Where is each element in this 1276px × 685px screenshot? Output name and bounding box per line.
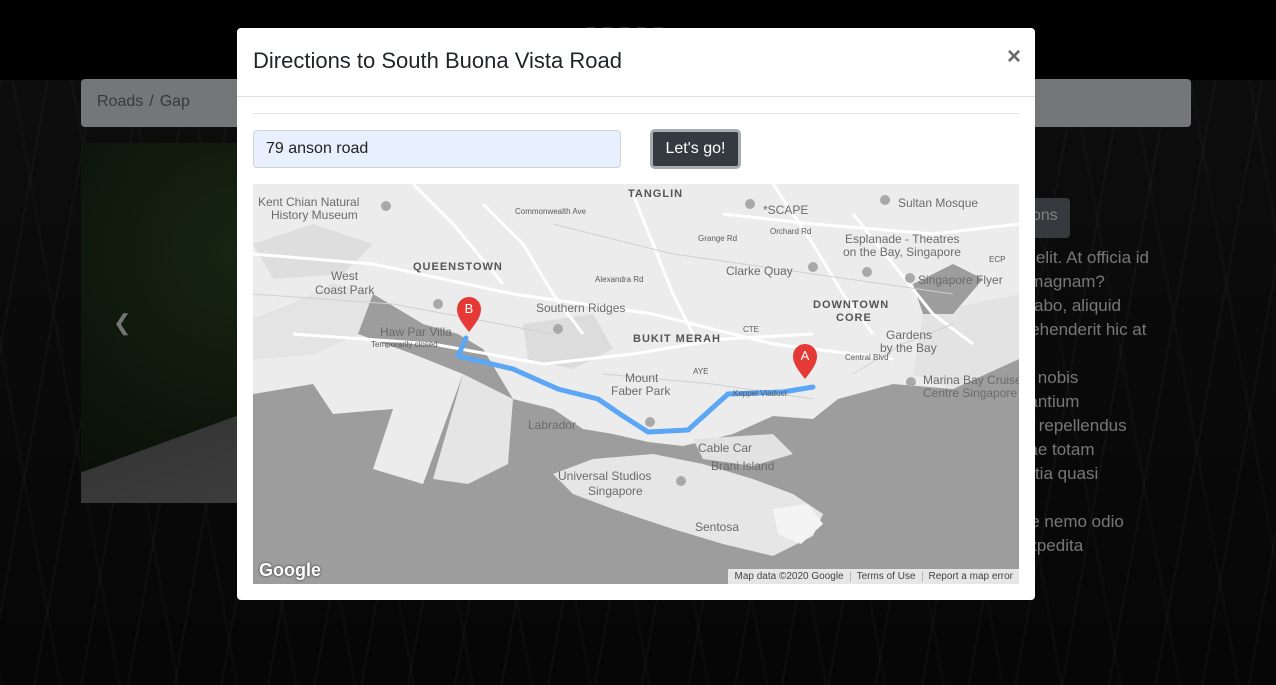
map-place-label: Mount <box>625 371 659 385</box>
map-place-label: on the Bay, Singapore <box>843 245 961 259</box>
map-place-label: History Museum <box>271 208 358 222</box>
map-place-label: Central Blvd <box>845 353 889 362</box>
map-place-label: Esplanade - Theatres <box>845 232 960 246</box>
address-form: Let's go! <box>253 129 1019 184</box>
map-place-label: Brani Island <box>711 459 774 473</box>
map-place-label: Gardens <box>886 328 932 342</box>
map-place-label: *SCAPE <box>763 203 808 217</box>
map-place-label: Haw Par Villa <box>380 325 452 339</box>
map-place-label: Clarke Quay <box>726 264 793 278</box>
modal-header: Directions to South Buona Vista Road × <box>237 28 1035 97</box>
map-district-label: QUEENSTOWN <box>413 261 503 273</box>
divider <box>253 113 1019 114</box>
map-place-label: Universal Studios <box>558 469 651 483</box>
map-place-label: Singapore <box>588 484 643 498</box>
terms-link[interactable]: Terms of Use <box>849 571 922 582</box>
map[interactable]: TANGLIN QUEENSTOWN BUKIT MERAH DOWNTOWN … <box>253 184 1019 584</box>
map-place-label: Orchard Rd <box>770 227 811 236</box>
map-place-label: Cable Car <box>698 441 752 455</box>
map-place-label: Coast Park <box>315 283 375 297</box>
map-place-label: Temporarily closed <box>371 340 438 349</box>
map-district-label: BUKIT MERAH <box>633 333 721 345</box>
marker-b-label: B <box>465 301 474 316</box>
map-place-label: Sultan Mosque <box>898 196 978 210</box>
map-canvas[interactable]: TANGLIN QUEENSTOWN BUKIT MERAH DOWNTOWN … <box>253 184 1019 584</box>
directions-modal: Directions to South Buona Vista Road × L… <box>237 28 1035 600</box>
map-place-label: CTE <box>743 325 759 334</box>
map-place-label: West <box>331 269 359 283</box>
map-place-label: Centre Singapore <box>923 386 1017 400</box>
lets-go-button[interactable]: Let's go! <box>650 129 741 169</box>
map-place-label: Southern Ridges <box>536 301 625 315</box>
map-place-label: Sentosa <box>695 520 739 534</box>
map-place-label: Keppel Viaduct <box>733 389 787 398</box>
close-button[interactable]: × <box>1007 45 1021 69</box>
map-district-label: CORE <box>836 312 872 324</box>
map-place-label: Grange Rd <box>698 234 737 243</box>
map-place-label: AYE <box>693 367 708 376</box>
map-place-label: Kent Chian Natural <box>258 195 359 209</box>
map-attribution: Map data ©2020 Google Terms of Use Repor… <box>728 569 1019 584</box>
address-input[interactable] <box>253 130 621 168</box>
map-place-label: Marina Bay Cruise <box>923 373 1019 387</box>
map-district-label: TANGLIN <box>628 188 683 200</box>
report-error-link[interactable]: Report a map error <box>921 571 1019 582</box>
map-place-label: Commonwealth Ave <box>515 207 587 216</box>
map-place-label: Alexandra Rd <box>595 275 643 284</box>
map-data-credit: Map data ©2020 Google <box>734 571 844 582</box>
map-district-label: DOWNTOWN <box>813 299 889 311</box>
map-place-label: Faber Park <box>611 384 671 398</box>
modal-title: Directions to South Buona Vista Road <box>253 48 622 73</box>
marker-a-label: A <box>801 348 810 363</box>
map-place-label: ECP <box>989 255 1005 264</box>
map-place-label: Labrador <box>528 418 576 432</box>
map-place-label: Singapore Flyer <box>918 273 1003 287</box>
google-logo: Google <box>259 560 321 580</box>
